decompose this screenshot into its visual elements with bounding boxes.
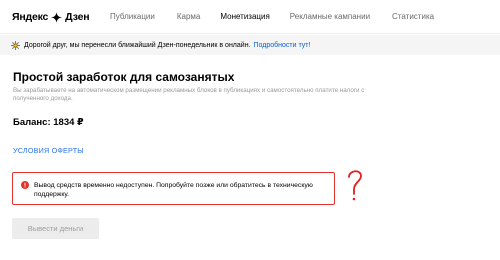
error-text: Вывод средств временно недоступен. Попро… — [34, 182, 313, 198]
announcement-banner: Дорогой друг, мы перенесли ближайший Дзе… — [0, 35, 500, 55]
top-header: Яндекс Дзен Публикации Карма Монетизация… — [0, 0, 500, 34]
sun-icon — [11, 40, 20, 50]
nav-item-karma[interactable]: Карма — [177, 12, 201, 21]
nav-item-ad-campaigns[interactable]: Рекламные кампании — [290, 12, 370, 21]
banner-details-link[interactable]: Подробности тут! — [254, 42, 311, 49]
logo-text-yandex: Яндекс — [12, 11, 49, 23]
logo-text-zen: Дзен — [65, 11, 90, 23]
main-nav: Публикации Карма Монетизация Рекламные к… — [110, 12, 434, 21]
zen-star-icon — [51, 11, 63, 23]
nav-item-publications[interactable]: Публикации — [110, 12, 155, 21]
error-icon — [21, 181, 29, 189]
error-message-box: Вывод средств временно недоступен. Попро… — [12, 172, 335, 205]
nav-item-statistics[interactable]: Статистика — [392, 12, 434, 21]
offer-terms-link[interactable]: УСЛОВИЯ ОФЕРТЫ — [13, 146, 84, 155]
nav-item-monetization[interactable]: Монетизация — [220, 12, 269, 21]
yandex-zen-logo[interactable]: Яндекс Дзен — [12, 10, 90, 24]
handwritten-question-mark-annotation — [348, 170, 362, 201]
banner-text: Дорогой друг, мы перенесли ближайший Дзе… — [24, 41, 251, 49]
balance-amount: Баланс: 1834 ₽ — [13, 117, 84, 128]
withdraw-money-button[interactable]: Вывести деньги — [12, 218, 99, 239]
page-title: Простой заработок для самозанятых — [13, 70, 235, 84]
page-description: Вы зарабатываете на автоматическом разме… — [13, 87, 365, 102]
